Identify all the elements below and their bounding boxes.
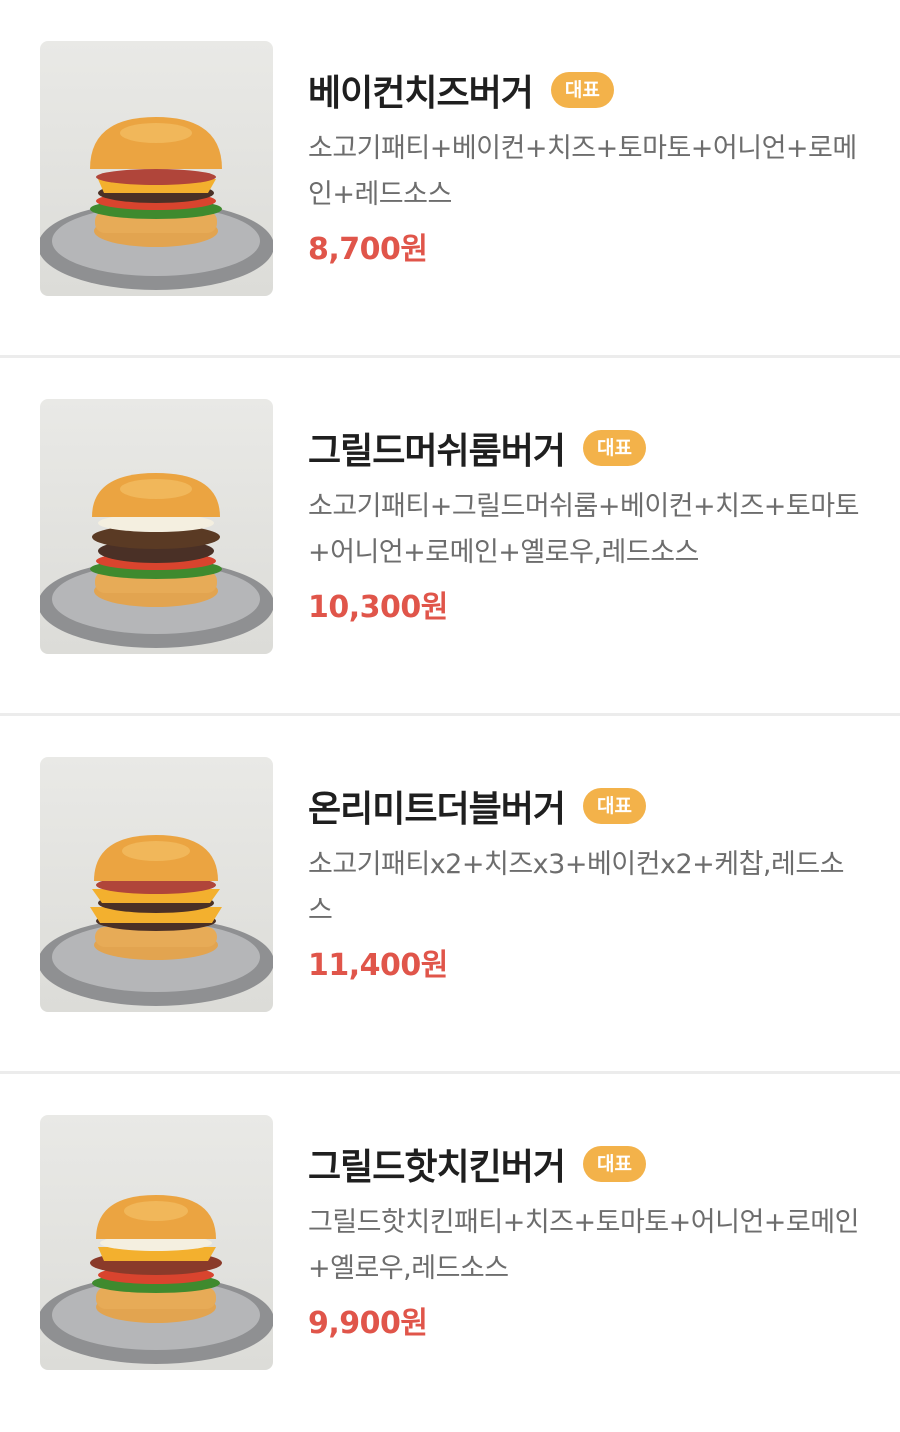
menu-info: 베이컨치즈버거 대표 소고기패티+베이컨+치즈+토마토+어니언+로메인+레드소스… bbox=[308, 62, 868, 268]
burger-image bbox=[40, 117, 273, 290]
signature-badge: 대표 bbox=[582, 1146, 646, 1182]
name-row: 온리미트더블버거 대표 bbox=[308, 778, 868, 834]
menu-price: 8,700원 bbox=[308, 232, 428, 267]
menu-item[interactable]: 베이컨치즈버거 대표 소고기패티+베이컨+치즈+토마토+어니언+로메인+레드소스… bbox=[0, 0, 900, 358]
menu-price: 11,400원 bbox=[308, 948, 448, 983]
menu-item[interactable]: 그릴드핫치킨버거 대표 그릴드핫치킨패티+치즈+토마토+어니언+로메인+옐로우,… bbox=[0, 1074, 900, 1432]
burger-photo bbox=[40, 399, 273, 654]
burger-image bbox=[40, 473, 273, 648]
name-row: 그릴드핫치킨버거 대표 bbox=[308, 1136, 868, 1192]
name-row: 그릴드머쉬룸버거 대표 bbox=[308, 420, 868, 476]
menu-price: 9,900원 bbox=[308, 1306, 428, 1341]
burger-photo bbox=[40, 1115, 273, 1370]
menu-name: 그릴드핫치킨버거 bbox=[308, 1147, 566, 1188]
signature-badge: 대표 bbox=[550, 72, 614, 108]
menu-list: 베이컨치즈버거 대표 소고기패티+베이컨+치즈+토마토+어니언+로메인+레드소스… bbox=[0, 0, 900, 1432]
menu-description: 소고기패티x2+치즈x3+베이컨x2+케찹,레드소스 bbox=[308, 849, 845, 926]
signature-badge: 대표 bbox=[582, 430, 646, 466]
menu-info: 온리미트더블버거 대표 소고기패티x2+치즈x3+베이컨x2+케찹,레드소스 1… bbox=[308, 778, 868, 984]
menu-description: 그릴드핫치킨패티+치즈+토마토+어니언+로메인+옐로우,레드소스 bbox=[308, 1207, 859, 1284]
menu-item[interactable]: 그릴드머쉬룸버거 대표 소고기패티+그릴드머쉬룸+베이컨+치즈+토마토+어니언+… bbox=[0, 358, 900, 716]
menu-info: 그릴드핫치킨버거 대표 그릴드핫치킨패티+치즈+토마토+어니언+로메인+옐로우,… bbox=[308, 1136, 868, 1342]
menu-description: 소고기패티+그릴드머쉬룸+베이컨+치즈+토마토+어니언+로메인+옐로우,레드소스 bbox=[308, 491, 859, 568]
burger-photo bbox=[40, 757, 273, 1012]
menu-name: 베이컨치즈버거 bbox=[308, 73, 534, 114]
menu-name: 온리미트더블버거 bbox=[308, 789, 566, 830]
signature-badge: 대표 bbox=[582, 788, 646, 824]
menu-info: 그릴드머쉬룸버거 대표 소고기패티+그릴드머쉬룸+베이컨+치즈+토마토+어니언+… bbox=[308, 420, 868, 626]
burger-photo bbox=[40, 41, 273, 296]
menu-price: 10,300원 bbox=[308, 590, 448, 625]
burger-image bbox=[40, 1195, 273, 1364]
name-row: 베이컨치즈버거 대표 bbox=[308, 62, 868, 118]
menu-description: 소고기패티+베이컨+치즈+토마토+어니언+로메인+레드소스 bbox=[308, 133, 857, 210]
menu-item[interactable]: 온리미트더블버거 대표 소고기패티x2+치즈x3+베이컨x2+케찹,레드소스 1… bbox=[0, 716, 900, 1074]
burger-image bbox=[40, 835, 273, 1006]
menu-name: 그릴드머쉬룸버거 bbox=[308, 431, 566, 472]
